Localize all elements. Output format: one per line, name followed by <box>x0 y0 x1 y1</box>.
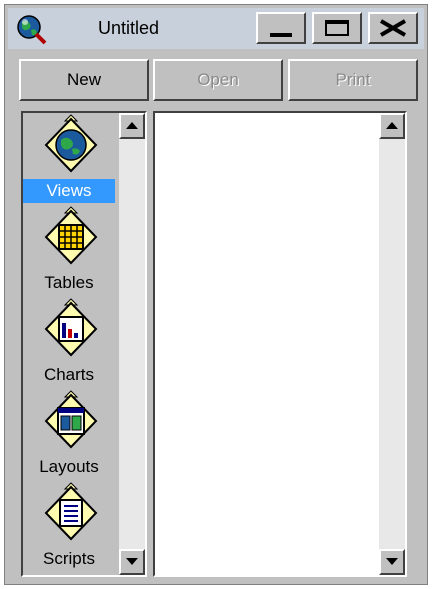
triangle-up-icon <box>126 122 138 129</box>
doc-type-pane: Views Tables Charts Layouts Scripts <box>21 111 147 577</box>
doc-type-charts[interactable]: Charts <box>23 297 119 389</box>
doc-type-label: Scripts <box>43 549 95 568</box>
doc-type-label: Views <box>23 179 115 203</box>
scroll-down-button[interactable] <box>379 549 405 575</box>
table-grid-icon <box>44 206 98 265</box>
doc-type-label: Charts <box>43 365 95 384</box>
doc-type-label: Layouts <box>39 457 99 476</box>
doc-type-tables[interactable]: Tables <box>23 205 119 297</box>
scroll-down-button[interactable] <box>119 549 145 575</box>
open-button[interactable]: Open <box>153 59 283 101</box>
doc-type-label: Tables <box>44 273 94 292</box>
close-icon <box>379 19 407 37</box>
minimize-button[interactable] <box>256 12 306 44</box>
bar-chart-icon <box>44 298 98 357</box>
close-button[interactable] <box>368 12 418 44</box>
triangle-up-icon <box>386 122 398 129</box>
doc-type-views[interactable]: Views <box>23 113 119 205</box>
maximize-icon <box>325 20 349 36</box>
doc-type-scrollbar[interactable] <box>119 113 145 575</box>
new-button[interactable]: New <box>19 59 149 101</box>
project-window: Untitled New Open Print Views Tables Cha… <box>4 4 428 585</box>
maximize-button[interactable] <box>312 12 362 44</box>
script-icon <box>44 482 98 541</box>
scroll-up-button[interactable] <box>119 113 145 139</box>
triangle-down-icon <box>126 558 138 565</box>
app-globe-icon <box>17 15 47 45</box>
doc-type-layouts[interactable]: Layouts <box>23 389 119 481</box>
document-list-pane <box>153 111 407 577</box>
window-title: Untitled <box>98 18 160 38</box>
layout-icon <box>44 390 98 449</box>
minimize-icon <box>270 33 292 37</box>
title-bar[interactable]: Untitled <box>8 8 424 49</box>
doc-type-list: Views Tables Charts Layouts Scripts <box>23 113 119 575</box>
doc-type-scripts[interactable]: Scripts <box>23 481 119 573</box>
print-button[interactable]: Print <box>288 59 418 101</box>
document-list-scrollbar[interactable] <box>379 113 405 575</box>
globe-icon <box>44 114 98 173</box>
scroll-up-button[interactable] <box>379 113 405 139</box>
triangle-down-icon <box>386 558 398 565</box>
document-list[interactable] <box>155 113 379 575</box>
